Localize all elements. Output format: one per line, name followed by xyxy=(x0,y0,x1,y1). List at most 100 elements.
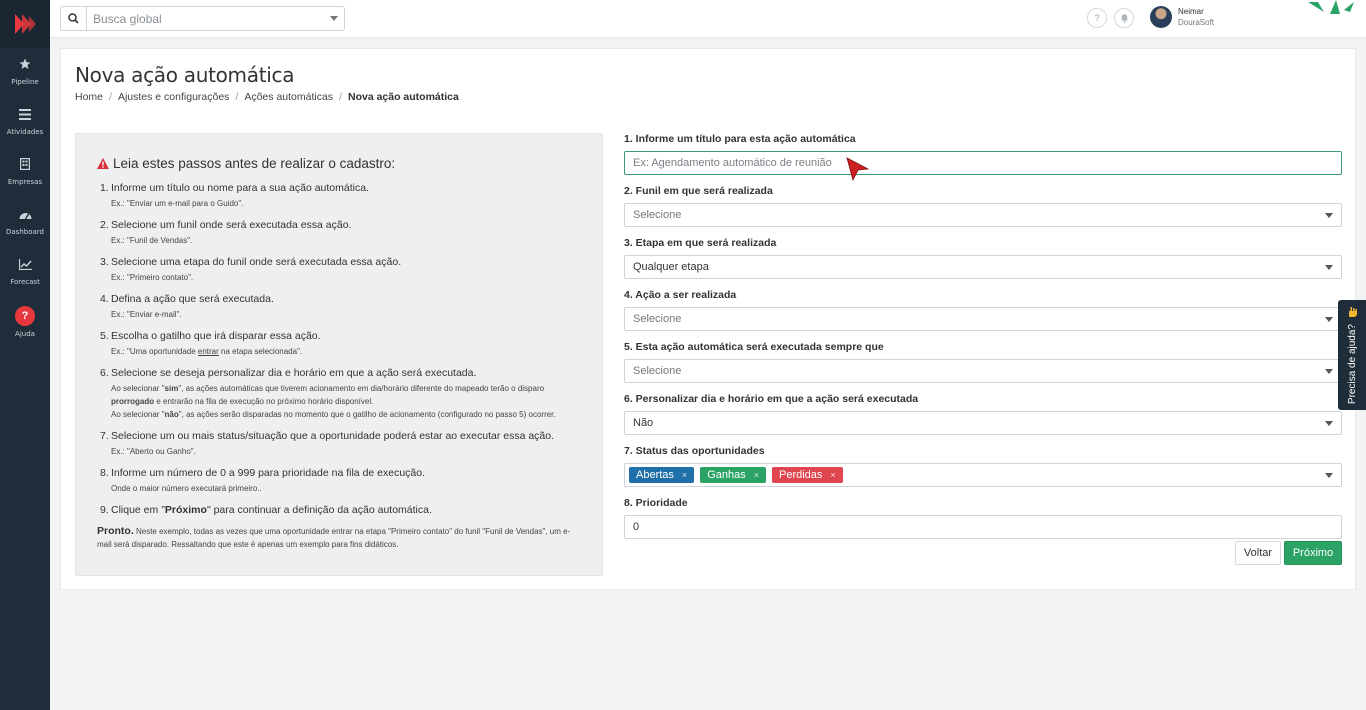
step-text: Selecione se deseja personalizar dia e h… xyxy=(111,367,477,379)
step-number: 8. xyxy=(100,467,109,479)
global-search[interactable] xyxy=(60,6,345,31)
instructions-list: 1. Informe um título ou nome para a sua … xyxy=(100,182,582,516)
status-label: 7. Status das oportunidades xyxy=(624,445,765,457)
summary-label: Pronto. xyxy=(97,525,134,537)
sidebar-item-empresas[interactable]: Empresas xyxy=(0,148,50,198)
step-number: 3. xyxy=(100,256,109,268)
example-text: na etapa selecionada". xyxy=(218,347,303,356)
step-example: Onde o maior número executará primeiro.. xyxy=(111,484,262,493)
step-text: Selecione um funil onde será executada e… xyxy=(111,219,352,231)
breadcrumb: Home / Ajustes e configurações / Ações a… xyxy=(75,91,459,103)
list-icon xyxy=(17,106,33,122)
priority-label: 8. Prioridade xyxy=(624,497,688,509)
list-item: 6. Selecione se deseja personalizar dia … xyxy=(100,367,582,421)
step-number: 6. xyxy=(100,367,109,379)
bell-icon xyxy=(1120,14,1128,23)
step-text: Informe um número de 0 a 999 para priori… xyxy=(111,467,426,479)
action-select[interactable]: Selecione xyxy=(624,307,1342,331)
funnel-select[interactable]: Selecione xyxy=(624,203,1342,227)
field-schedule: 6. Personalizar dia e horário em que a a… xyxy=(624,393,1342,435)
list-item: 3. Selecione uma etapa do funil onde ser… xyxy=(100,256,582,284)
logo-icon xyxy=(15,14,36,34)
title-input[interactable] xyxy=(633,157,1333,169)
list-item: 7. Selecione um ou mais status/situação … xyxy=(100,430,582,458)
title-label: 1. Informe um título para esta ação auto… xyxy=(624,133,856,145)
list-item: 8. Informe um número de 0 a 999 para pri… xyxy=(100,467,582,495)
step-text: Selecione uma etapa do funil onde será e… xyxy=(111,256,402,268)
stage-select[interactable]: Qualquer etapa xyxy=(624,255,1342,279)
step-number: 7. xyxy=(100,430,109,442)
tag-label: Perdidas xyxy=(778,469,823,481)
sidebar-item-label: Dashboard xyxy=(6,228,44,236)
step-text: Clique em "Próximo" para continuar a def… xyxy=(111,504,432,516)
app-logo[interactable] xyxy=(0,0,50,48)
field-title: 1. Informe um título para esta ação auto… xyxy=(624,133,1342,175)
trigger-select[interactable]: Selecione xyxy=(624,359,1342,383)
question-icon: ? xyxy=(1094,13,1100,23)
user-company: DouraSoft xyxy=(1178,18,1215,27)
remove-tag-icon[interactable]: × xyxy=(830,470,835,480)
breadcrumb-automatic-actions[interactable]: Ações automáticas xyxy=(244,91,333,103)
chevron-down-icon[interactable] xyxy=(324,16,344,21)
notifications-button[interactable] xyxy=(1114,8,1134,28)
breadcrumb-settings[interactable]: Ajustes e configurações xyxy=(118,91,229,103)
priority-value: 0 xyxy=(633,521,640,533)
field-action: 4. Ação a ser realizada Selecione xyxy=(624,289,1342,331)
search-input[interactable] xyxy=(87,11,324,26)
status-tag-ganhas: Ganhas × xyxy=(700,467,766,483)
breadcrumb-separator: / xyxy=(109,91,112,103)
step-example: Ex.: "Enviar um e-mail para o Guido". xyxy=(111,199,244,208)
chevron-down-icon xyxy=(1325,317,1333,322)
schedule-select[interactable]: Não xyxy=(624,411,1342,435)
question-icon: ? xyxy=(15,306,35,326)
remove-tag-icon[interactable]: × xyxy=(754,470,759,480)
stage-select-value: Qualquer etapa xyxy=(633,261,709,273)
sidebar-item-atividades[interactable]: Atividades xyxy=(0,98,50,148)
breadcrumb-home[interactable]: Home xyxy=(75,91,103,103)
instructions-panel: Leia estes passos antes de realizar o ca… xyxy=(75,133,603,576)
summary-text: Neste exemplo, todas as vezes que uma op… xyxy=(97,527,571,549)
help-side-tab[interactable]: Precisa de ajuda? xyxy=(1338,300,1366,410)
example-text: e entrarão na fila de execução no próxim… xyxy=(154,397,374,406)
example-text: ", as ações automáticas que tiverem acio… xyxy=(178,384,545,393)
sidebar-item-dashboard[interactable]: Dashboard xyxy=(0,198,50,248)
page-title: Nova ação automática xyxy=(75,63,295,87)
list-item: 1. Informe um título ou nome para a sua … xyxy=(100,182,582,210)
schedule-label: 6. Personalizar dia e horário em que a a… xyxy=(624,393,919,405)
remove-tag-icon[interactable]: × xyxy=(682,470,687,480)
action-label: 4. Ação a ser realizada xyxy=(624,289,737,301)
chevron-down-icon xyxy=(1325,265,1333,270)
chevron-down-icon xyxy=(1325,369,1333,374)
sidebar-item-pipeline[interactable]: Pipeline xyxy=(0,48,50,98)
stage-label: 3. Etapa em que será realizada xyxy=(624,237,777,249)
funnel-label: 2. Funil em que será realizada xyxy=(624,185,773,197)
step-example: Ex.: "Funil de Vendas". xyxy=(111,236,193,245)
sidebar-item-forecast[interactable]: Forecast xyxy=(0,248,50,298)
field-priority: 8. Prioridade 0 xyxy=(624,497,1342,539)
status-multiselect[interactable]: Abertas × Ganhas × Perdidas × xyxy=(624,463,1342,487)
field-funnel: 2. Funil em que será realizada Selecione xyxy=(624,185,1342,227)
user-name: Neimar xyxy=(1178,7,1204,16)
chevron-down-icon xyxy=(1325,213,1333,218)
step-text: Defina a ação que será executada. xyxy=(111,293,274,305)
building-icon xyxy=(17,156,33,172)
next-button[interactable]: Próximo xyxy=(1284,541,1342,565)
field-status: 7. Status das oportunidades Abertas × Ga… xyxy=(624,445,1342,487)
step-text-part: " para continuar a definição da ação aut… xyxy=(206,504,432,516)
status-tag-perdidas: Perdidas × xyxy=(771,467,843,483)
sidebar-item-ajuda[interactable]: ? Ajuda xyxy=(0,298,50,348)
breadcrumb-separator: / xyxy=(235,91,239,103)
title-field[interactable] xyxy=(624,151,1342,175)
back-button[interactable]: Voltar xyxy=(1235,541,1281,565)
step-text-bold: Próximo xyxy=(164,504,207,516)
user-menu[interactable]: Neimar DouraSoft xyxy=(1150,6,1214,28)
instructions-heading-text: Leia estes passos antes de realizar o ca… xyxy=(113,156,396,171)
step-number: 2. xyxy=(100,219,109,231)
step-number: 4. xyxy=(100,293,109,305)
field-stage: 3. Etapa em que será realizada Qualquer … xyxy=(624,237,1342,279)
step-example: Ex.: "Enviar e-mail". xyxy=(111,310,182,319)
help-button[interactable]: ? xyxy=(1087,8,1107,28)
priority-field[interactable]: 0 xyxy=(624,515,1342,539)
sidebar-item-label: Ajuda xyxy=(15,330,35,338)
example-bold: sim xyxy=(164,384,179,393)
